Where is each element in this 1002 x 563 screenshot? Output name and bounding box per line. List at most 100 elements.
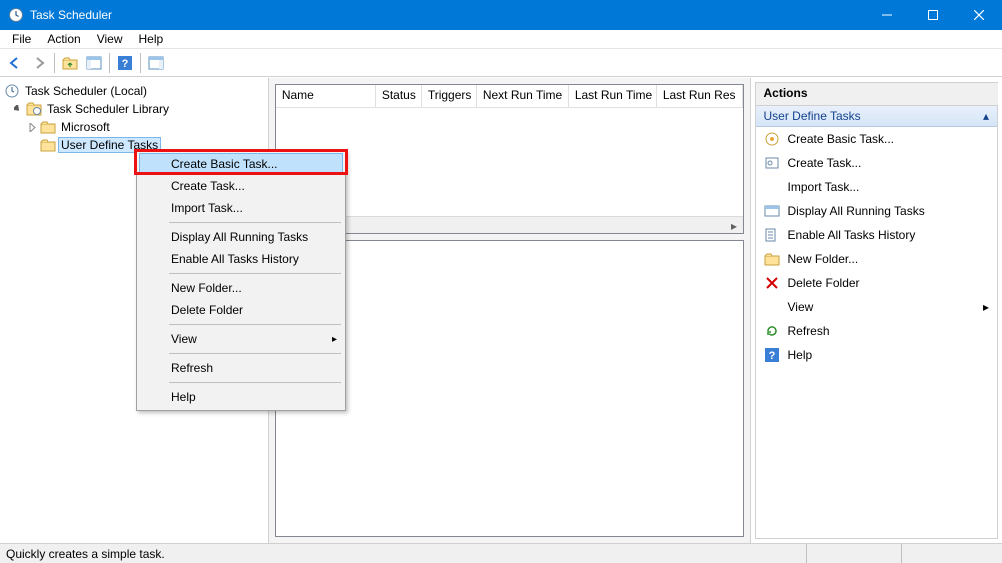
action-display-running[interactable]: Display All Running Tasks <box>756 199 997 223</box>
col-next-run[interactable]: Next Run Time <box>477 85 569 107</box>
context-item-label: Help <box>171 390 196 404</box>
folder-icon <box>40 119 56 135</box>
actions-group-title[interactable]: User Define Tasks ▴ <box>756 106 997 127</box>
col-status[interactable]: Status <box>376 85 422 107</box>
maximize-button[interactable] <box>910 0 956 30</box>
toolbar-separator <box>109 53 110 73</box>
tree-root-label: Task Scheduler (Local) <box>22 83 150 99</box>
menu-view[interactable]: View <box>89 31 131 47</box>
help-icon: ? <box>764 347 780 363</box>
context-import-task[interactable]: Import Task... <box>139 197 343 219</box>
task-icon <box>764 155 780 171</box>
action-label: Enable All Tasks History <box>788 228 916 242</box>
action-create-task[interactable]: Create Task... <box>756 151 997 175</box>
action-label: New Folder... <box>788 252 859 266</box>
action-new-folder[interactable]: New Folder... <box>756 247 997 271</box>
tree-root[interactable]: Task Scheduler (Local) <box>2 82 266 100</box>
tree-microsoft[interactable]: Microsoft <box>2 118 266 136</box>
action-label: Display All Running Tasks <box>788 204 925 218</box>
col-last-run[interactable]: Last Run Time <box>569 85 657 107</box>
menu-help[interactable]: Help <box>131 31 172 47</box>
actions-pane: Actions User Define Tasks ▴ Create Basic… <box>751 78 1002 543</box>
status-cell <box>806 544 901 563</box>
action-label: Refresh <box>788 324 830 338</box>
context-enable-history[interactable]: Enable All Tasks History <box>139 248 343 270</box>
col-last-result[interactable]: Last Run Res <box>657 85 743 107</box>
action-label: Create Basic Task... <box>788 132 895 146</box>
context-separator <box>169 382 341 383</box>
action-delete-folder[interactable]: Delete Folder <box>756 271 997 295</box>
context-separator <box>169 353 341 354</box>
history-icon <box>764 227 780 243</box>
action-create-basic-task[interactable]: Create Basic Task... <box>756 127 997 151</box>
context-menu: Create Basic Task... Create Task... Impo… <box>136 150 346 411</box>
back-button[interactable] <box>4 52 26 74</box>
context-help[interactable]: Help <box>139 386 343 408</box>
close-button[interactable] <box>956 0 1002 30</box>
submenu-arrow-icon: ▸ <box>332 334 337 345</box>
menu-action[interactable]: Action <box>39 31 88 47</box>
minimize-button[interactable] <box>864 0 910 30</box>
tree-microsoft-label: Microsoft <box>58 119 113 135</box>
context-create-basic-task[interactable]: Create Basic Task... <box>139 153 343 175</box>
clock-icon <box>4 83 20 99</box>
folder-icon <box>764 251 780 267</box>
context-item-label: New Folder... <box>171 281 242 295</box>
clock-icon <box>8 7 24 23</box>
svg-text:?: ? <box>768 350 775 362</box>
refresh-icon <box>764 323 780 339</box>
status-text: Quickly creates a simple task. <box>6 547 806 561</box>
menu-file[interactable]: File <box>4 31 39 47</box>
context-display-running[interactable]: Display All Running Tasks <box>139 226 343 248</box>
context-item-label: Delete Folder <box>171 303 243 317</box>
scroll-right-icon[interactable]: ▸ <box>726 217 743 234</box>
submenu-arrow-icon: ▸ <box>983 300 989 314</box>
action-label: Delete Folder <box>788 276 860 290</box>
context-item-label: Display All Running Tasks <box>171 230 308 244</box>
context-separator <box>169 222 341 223</box>
col-triggers[interactable]: Triggers <box>422 85 477 107</box>
task-list-header: Name Status Triggers Next Run Time Last … <box>276 85 743 108</box>
help-toolbar-button[interactable]: ? <box>114 52 136 74</box>
library-icon <box>26 101 42 117</box>
status-cell <box>901 544 996 563</box>
context-view[interactable]: View ▸ <box>139 328 343 350</box>
context-separator <box>169 324 341 325</box>
tree-library-label: Task Scheduler Library <box>44 101 172 117</box>
action-import-task[interactable]: Import Task... <box>756 175 997 199</box>
wizard-icon <box>764 131 780 147</box>
menubar: File Action View Help <box>0 30 1002 49</box>
action-enable-history[interactable]: Enable All Tasks History <box>756 223 997 247</box>
collapse-icon[interactable] <box>12 103 24 115</box>
action-help[interactable]: ? Help <box>756 343 997 367</box>
context-item-label: Create Task... <box>171 179 245 193</box>
action-label: View <box>788 300 814 314</box>
context-item-label: Enable All Tasks History <box>171 252 299 266</box>
up-folder-button[interactable] <box>59 52 81 74</box>
action-view[interactable]: View ▸ <box>756 295 997 319</box>
titlebar: Task Scheduler <box>0 0 1002 30</box>
context-delete-folder[interactable]: Delete Folder <box>139 299 343 321</box>
statusbar: Quickly creates a simple task. <box>0 543 1002 563</box>
col-name[interactable]: Name <box>276 85 376 107</box>
window-title: Task Scheduler <box>30 8 112 22</box>
expand-icon[interactable] <box>26 121 38 133</box>
context-item-label: Create Basic Task... <box>171 157 278 171</box>
actions-group-label: User Define Tasks <box>764 109 861 123</box>
context-item-label: View <box>171 332 197 346</box>
action-label: Create Task... <box>788 156 862 170</box>
show-hide-tree-button[interactable] <box>83 52 105 74</box>
context-item-label: Import Task... <box>171 201 243 215</box>
action-refresh[interactable]: Refresh <box>756 319 997 343</box>
context-new-folder[interactable]: New Folder... <box>139 277 343 299</box>
context-create-task[interactable]: Create Task... <box>139 175 343 197</box>
collapse-icon[interactable]: ▴ <box>983 109 989 123</box>
forward-button[interactable] <box>28 52 50 74</box>
toolbar-separator <box>54 53 55 73</box>
running-tasks-icon <box>764 203 780 219</box>
tree-library[interactable]: Task Scheduler Library <box>2 100 266 118</box>
toolbar-separator <box>140 53 141 73</box>
context-refresh[interactable]: Refresh <box>139 357 343 379</box>
action-label: Help <box>788 348 813 362</box>
action-pane-button[interactable] <box>145 52 167 74</box>
